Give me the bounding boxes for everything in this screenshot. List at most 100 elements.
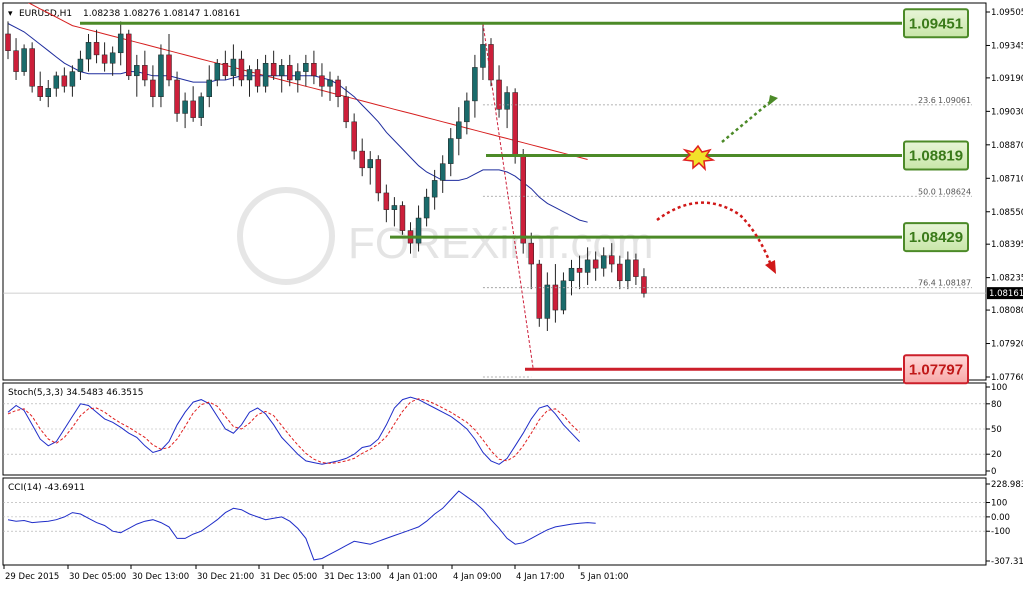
price-tick-label: 1.07920 (991, 340, 1023, 350)
candle-body (456, 121, 462, 139)
candle-body (206, 79, 212, 97)
candle-body (359, 150, 365, 169)
candle-body (584, 259, 591, 273)
price-tick-label: 1.09505 (991, 8, 1023, 18)
fib-price-label: 1.08624 (938, 187, 971, 196)
candle-body (295, 71, 301, 81)
candle-body (214, 62, 221, 81)
price-axis: 1.09505 1.09345 1.09190 1.09030 1.08870 1.087… (986, 8, 1023, 383)
candle-body (37, 86, 43, 97)
candle-body (560, 280, 567, 311)
price-tick-label: 1.08395 (991, 240, 1023, 250)
resistance-level-label: 1.08819 (909, 147, 963, 164)
candle-body (158, 54, 164, 97)
stoch-tick-label: 80 (991, 400, 1002, 410)
candle-body (520, 155, 526, 244)
stoch-tick-label: 50 (991, 425, 1002, 435)
time-axis: 29 Dec 2015 30 Dec 05:00 30 Dec 13:00 30 De… (3, 565, 628, 582)
candle-body (117, 33, 124, 54)
candle-body (568, 267, 575, 282)
candle-body (238, 58, 245, 81)
fib-price-label: 1.09061 (938, 96, 971, 105)
candle-body (327, 79, 333, 87)
candle-body (641, 276, 647, 294)
current-price-label: 1.08161 (989, 289, 1023, 299)
candle-body (174, 79, 180, 114)
candle-body (343, 96, 349, 123)
cci-axis: 228.983 100 0.00 -100 -307.316 (986, 480, 1023, 567)
candle-body (609, 255, 615, 265)
candle-body (109, 52, 116, 64)
candle-body (45, 88, 51, 97)
candle-body (335, 79, 341, 97)
candle-body (166, 54, 172, 81)
candle-body (633, 259, 639, 277)
candle-body (101, 54, 108, 64)
fib-price-label: 1.08187 (938, 279, 971, 288)
time-tick-label: 30 Dec 21:00 (197, 572, 254, 582)
main-pane (2, 2, 987, 381)
price-tick-label: 1.09345 (991, 41, 1023, 51)
cci-tick-label: 228.983 (991, 480, 1023, 490)
candle-body (287, 65, 293, 81)
time-tick-label: 29 Dec 2015 (5, 572, 59, 582)
price-tick-label: 1.08080 (991, 306, 1023, 316)
ohlc-readout: 1.08238 1.08276 1.08147 1.08161 (83, 9, 240, 19)
candle-body (303, 62, 309, 72)
time-tick-label: 4 Jan 09:00 (453, 572, 501, 582)
candle-body (61, 75, 68, 87)
candle-body (21, 48, 27, 72)
candle-body (423, 196, 430, 219)
price-tick-label: 1.08550 (991, 208, 1023, 218)
candle-body (439, 163, 446, 181)
price-tick-label: 1.09030 (991, 107, 1023, 117)
candle-body (190, 100, 196, 118)
candle-body (512, 92, 518, 156)
fib-ratio-label: 76.4 (918, 279, 936, 288)
candle-body (29, 48, 35, 87)
support-level-label: 1.07797 (909, 361, 963, 378)
candle-body (544, 284, 551, 319)
stoch-axis: 100 80 50 20 0 (986, 383, 1007, 477)
candle-body (254, 69, 261, 87)
candle-body (472, 67, 478, 102)
candle-body (134, 65, 140, 77)
watermark-text: FOREXimf.com (348, 219, 654, 268)
candle-body (391, 205, 398, 210)
price-tick-label: 1.07760 (991, 373, 1023, 383)
resistance-level-label: 1.09451 (909, 15, 963, 32)
cci-pane (2, 477, 987, 566)
candle-body (480, 44, 486, 68)
candle-body (13, 50, 19, 72)
cci-label: CCI(14) -43.6911 (8, 483, 85, 493)
candle-body (5, 33, 11, 51)
candle-body (351, 121, 357, 152)
time-tick-label: 30 Dec 05:00 (69, 572, 126, 582)
candle-body (576, 267, 583, 273)
candle-body (270, 62, 277, 77)
price-tick-label: 1.08710 (991, 174, 1023, 184)
candle-body (182, 100, 188, 114)
candle-body (431, 180, 438, 198)
candle-body (488, 44, 494, 81)
candle-body (448, 138, 454, 164)
candle-body (93, 42, 100, 56)
candle-body (592, 259, 599, 269)
candle-body (375, 159, 382, 194)
candle-body (53, 75, 60, 89)
candle-body (150, 79, 156, 97)
time-tick-label: 30 Dec 13:00 (132, 572, 189, 582)
candle-body (415, 217, 422, 244)
time-tick-label: 31 Dec 13:00 (324, 572, 381, 582)
dropdown-triangle-icon[interactable]: ▾ (8, 9, 13, 19)
fib-ratio-label: 50.0 (918, 187, 936, 196)
stoch-label: Stoch(5,3,3) 34.5483 46.3515 (8, 388, 143, 398)
time-tick-label: 4 Jan 17:00 (516, 572, 564, 582)
candle-body (230, 58, 237, 77)
stoch-pane (2, 382, 987, 476)
resistance-level-label: 1.08429 (909, 229, 963, 246)
candle-body (77, 58, 84, 72)
price-tick-label: 1.08870 (991, 141, 1023, 151)
candle-body (367, 159, 373, 169)
cci-tick-label: 0.00 (991, 513, 1010, 523)
